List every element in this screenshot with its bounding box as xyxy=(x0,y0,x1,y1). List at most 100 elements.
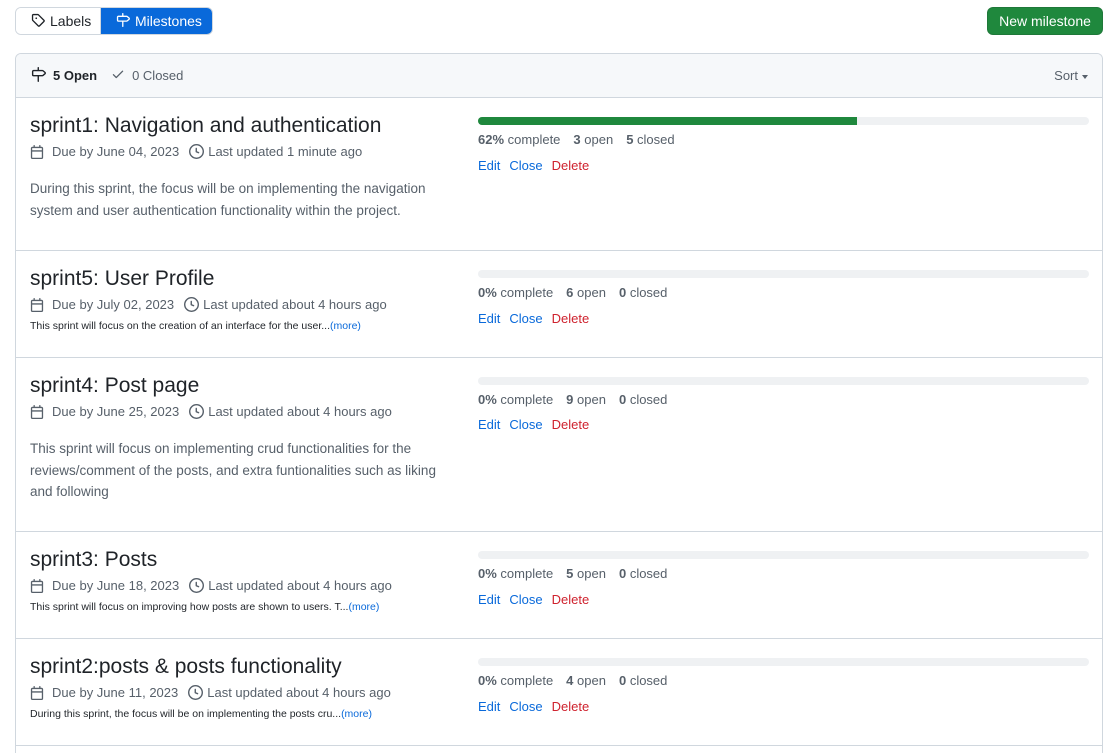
closed-count-label: 0 Closed xyxy=(132,68,184,83)
open-issues[interactable]: 9 open xyxy=(566,392,606,407)
milestone-meta: Due by June 04, 2023 Last updated 1 minut… xyxy=(30,144,362,159)
labels-tab-label: Labels xyxy=(50,13,92,29)
calendar-icon xyxy=(30,297,44,312)
percent-complete: 0% complete xyxy=(478,673,553,688)
milestone-title[interactable]: sprint5: User Profile xyxy=(30,267,214,291)
progress-bar xyxy=(478,551,1089,559)
closed-issues[interactable]: 5 closed xyxy=(626,132,674,147)
sort-dropdown[interactable]: Sort xyxy=(1054,68,1088,83)
more-link[interactable]: (more) xyxy=(330,320,361,332)
open-issues[interactable]: 3 open xyxy=(573,132,613,147)
closed-issues[interactable]: 0 closed xyxy=(619,673,667,688)
closed-issues-word: closed xyxy=(629,392,668,407)
milestone-description-text: During this sprint, the focus will be on… xyxy=(30,708,342,720)
closed-issues[interactable]: 0 closed xyxy=(619,392,667,407)
closed-issues-count: 0 xyxy=(618,392,627,407)
milestone-title[interactable]: sprint3: Posts xyxy=(30,548,157,572)
milestones-list-header: 5 Open 0 Closed Sort xyxy=(16,54,1102,98)
more-link[interactable]: (more) xyxy=(341,708,372,720)
percent-word: complete xyxy=(500,673,554,688)
delete-link[interactable]: Delete xyxy=(552,699,590,714)
milestone-icon xyxy=(116,12,130,30)
due-date: Due by June 25, 2023 xyxy=(52,404,180,419)
open-issues-count: 4 xyxy=(566,673,574,688)
percent-complete: 0% complete xyxy=(478,392,553,407)
labels-tab[interactable]: Labels xyxy=(16,8,101,34)
closed-issues-count: 0 xyxy=(618,285,627,300)
due-date: Due by July 02, 2023 xyxy=(52,297,175,312)
open-issues[interactable]: 5 open xyxy=(566,566,606,581)
percent-value: 0% xyxy=(478,566,497,581)
milestone-meta: Due by June 11, 2023 Last updated about 4… xyxy=(30,685,391,700)
milestones-list: 5 Open 0 Closed Sort sprint1: Navigation… xyxy=(15,53,1103,753)
edit-link[interactable]: Edit xyxy=(478,699,500,714)
percent-value: 62% xyxy=(478,132,505,147)
progress-stats: 0% complete 5 open 0 closed xyxy=(478,566,667,581)
open-issues-word: open xyxy=(577,673,606,688)
milestone-rows: sprint1: Navigation and authentication Du… xyxy=(16,98,1102,746)
progress-bar xyxy=(478,117,1089,125)
edit-link[interactable]: Edit xyxy=(478,417,500,432)
open-issues-count: 6 xyxy=(566,285,574,300)
milestones-toolbar: Labels Milestones New milestone xyxy=(15,7,1103,35)
sort-label: Sort xyxy=(1054,68,1078,83)
clock-icon xyxy=(189,578,205,593)
milestone-row: sprint4: Post page Due by June 25, 2023 La… xyxy=(16,358,1102,532)
open-issues-word: open xyxy=(577,392,606,407)
close-link[interactable]: Close xyxy=(509,592,542,607)
progress-bar-fill xyxy=(478,117,857,125)
open-issues-count: 3 xyxy=(573,132,581,147)
open-issues[interactable]: 6 open xyxy=(566,285,606,300)
delete-link[interactable]: Delete xyxy=(552,592,590,607)
close-link[interactable]: Close xyxy=(509,417,542,432)
progress-stats: 0% complete 4 open 0 closed xyxy=(478,673,667,688)
milestone-title[interactable]: sprint4: Post page xyxy=(30,374,199,398)
closed-issues[interactable]: 0 closed xyxy=(619,285,667,300)
milestone-actions: Edit Close Delete xyxy=(478,417,589,432)
delete-link[interactable]: Delete xyxy=(552,417,590,432)
close-link[interactable]: Close xyxy=(509,311,542,326)
closed-issues-word: closed xyxy=(629,566,668,581)
close-link[interactable]: Close xyxy=(509,699,542,714)
milestone-title[interactable]: sprint2:posts & posts functionality xyxy=(30,655,342,679)
open-issues-count: 5 xyxy=(566,566,574,581)
progress-stats: 62% complete 3 open 5 closed xyxy=(478,132,675,147)
closed-issues[interactable]: 0 closed xyxy=(619,566,667,581)
milestone-description: This sprint will focus on improving how … xyxy=(30,601,379,613)
edit-link[interactable]: Edit xyxy=(478,158,500,173)
milestone-description-text: This sprint will focus on improving how … xyxy=(30,601,349,613)
milestone-description: This sprint will focus on the creation o… xyxy=(30,320,361,332)
clock-icon xyxy=(188,685,204,700)
more-link[interactable]: (more) xyxy=(348,601,379,613)
labels-milestones-toggle: Labels Milestones xyxy=(15,7,213,35)
percent-complete: 0% complete xyxy=(478,285,553,300)
last-updated: Last updated about 4 hours ago xyxy=(203,297,387,312)
delete-link[interactable]: Delete xyxy=(552,158,590,173)
progress-stats: 0% complete 6 open 0 closed xyxy=(478,285,667,300)
percent-value: 0% xyxy=(478,285,497,300)
milestone-description: During this sprint, the focus will be on… xyxy=(30,708,372,720)
closed-issues-count: 5 xyxy=(626,132,634,147)
open-issues[interactable]: 4 open xyxy=(566,673,606,688)
edit-link[interactable]: Edit xyxy=(478,592,500,607)
due-date: Due by June 18, 2023 xyxy=(52,578,180,593)
milestone-title[interactable]: sprint1: Navigation and authentication xyxy=(30,114,381,138)
delete-link[interactable]: Delete xyxy=(552,311,590,326)
percent-word: complete xyxy=(507,132,561,147)
milestone-actions: Edit Close Delete xyxy=(478,699,589,714)
close-link[interactable]: Close xyxy=(509,158,542,173)
new-milestone-button[interactable]: New milestone xyxy=(987,7,1103,35)
milestone-row: sprint5: User Profile Due by July 02, 202… xyxy=(16,251,1102,358)
last-updated: Last updated about 4 hours ago xyxy=(208,578,392,593)
last-updated: Last updated about 4 hours ago xyxy=(208,404,392,419)
clock-icon xyxy=(189,144,205,159)
edit-link[interactable]: Edit xyxy=(478,311,500,326)
milestones-tab-label: Milestones xyxy=(135,13,202,29)
milestone-icon xyxy=(31,66,46,85)
due-date: Due by June 11, 2023 xyxy=(52,685,179,700)
milestones-tab[interactable]: Milestones xyxy=(101,8,212,34)
closed-filter[interactable]: 0 Closed xyxy=(111,67,183,84)
open-filter[interactable]: 5 Open xyxy=(31,66,97,85)
percent-complete: 0% complete xyxy=(478,566,553,581)
milestone-meta: Due by June 18, 2023 Last updated about 4… xyxy=(30,578,392,593)
